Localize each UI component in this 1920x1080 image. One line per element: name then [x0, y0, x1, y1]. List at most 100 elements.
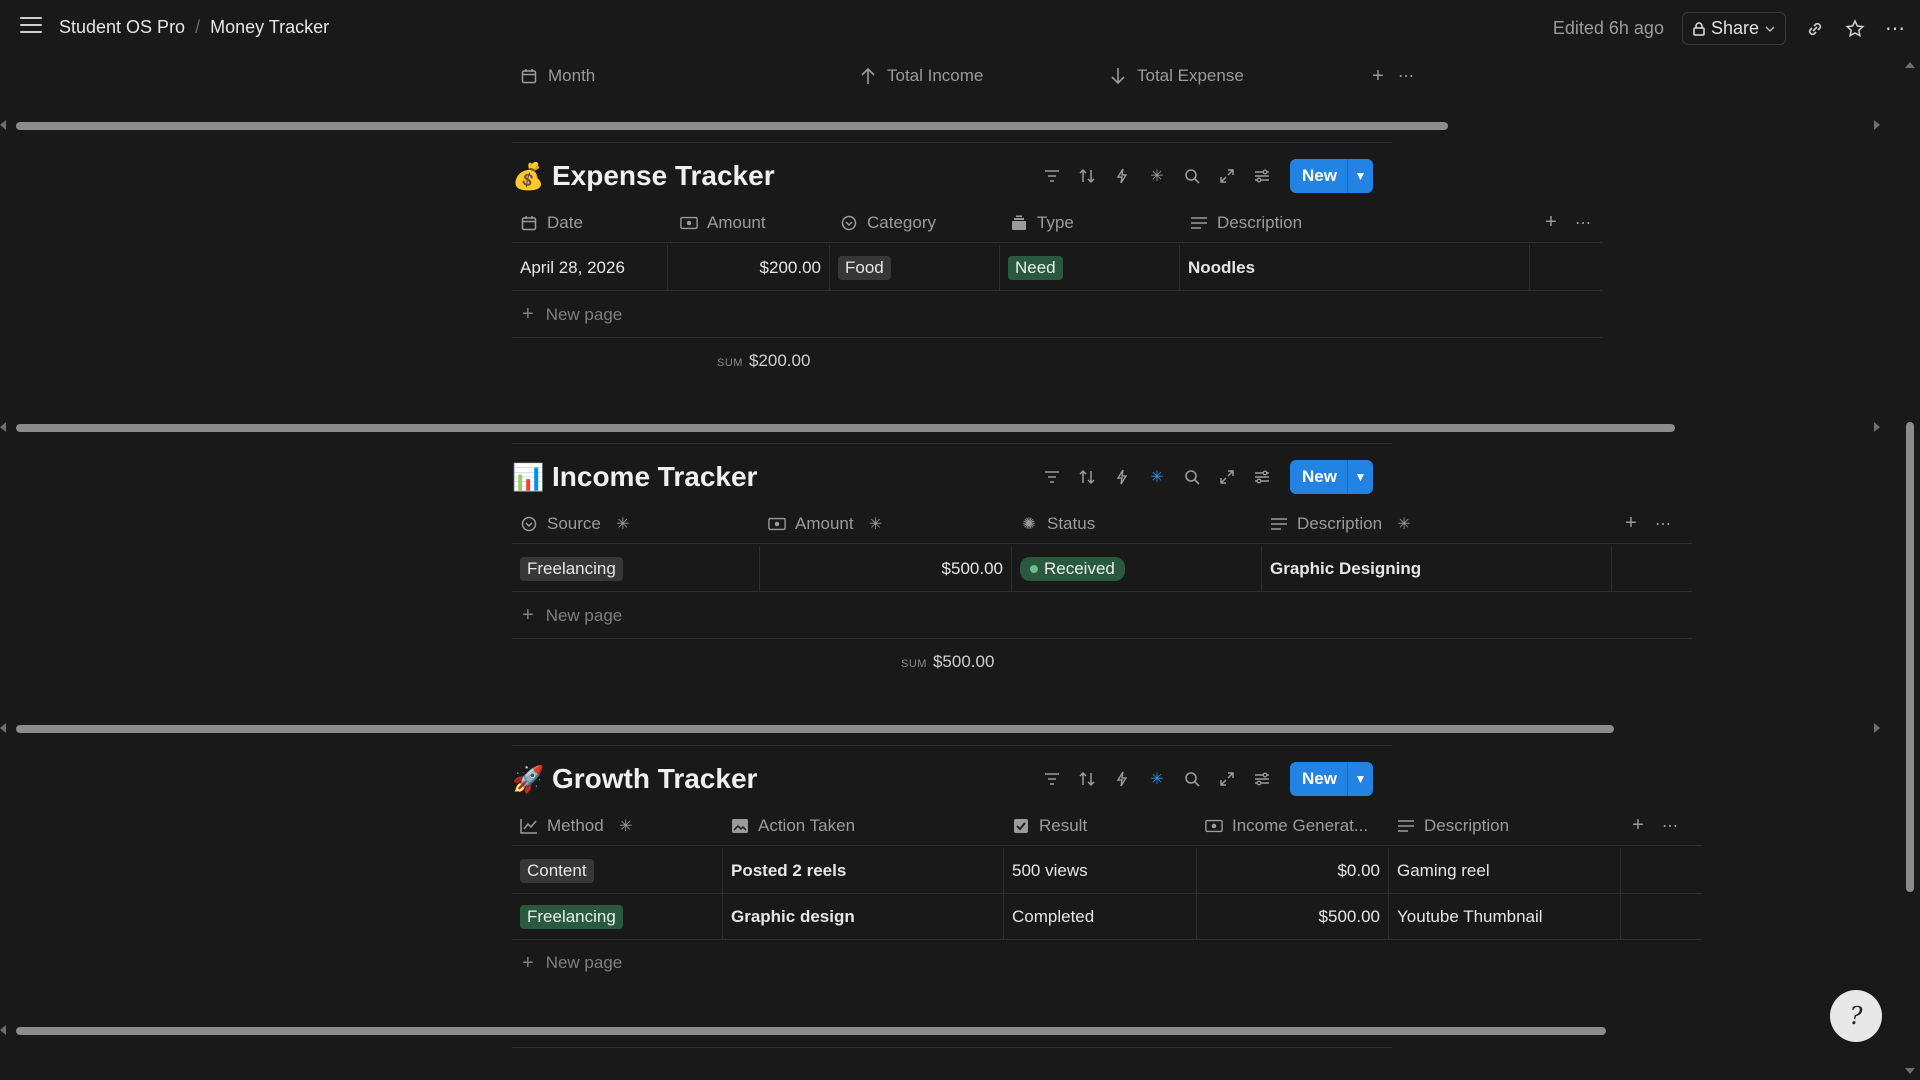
scroll-left-icon[interactable] [0, 1025, 6, 1035]
chevron-down-icon[interactable]: ▼ [1346, 460, 1373, 494]
column-month[interactable]: Month [512, 56, 859, 96]
scroll-up-icon[interactable] [1905, 62, 1915, 68]
scrollbar-thumb[interactable] [16, 122, 1448, 130]
more-icon[interactable]: ⋯ [1574, 214, 1592, 232]
add-column-icon[interactable]: + [1629, 814, 1647, 836]
cell-income-generated[interactable]: $0.00 [1197, 848, 1389, 893]
chevron-down-icon[interactable]: ▼ [1346, 762, 1373, 796]
new-page-button[interactable]: + New page [512, 292, 1602, 338]
sum-amount[interactable]: SUM $500.00 [901, 652, 994, 672]
cell-type[interactable]: Need [1000, 245, 1180, 290]
cell-income-generated[interactable]: $500.00 [1197, 894, 1389, 939]
cell-description[interactable]: Gaming reel [1389, 848, 1621, 893]
sort-icon[interactable] [1076, 466, 1098, 488]
column-result[interactable]: Result [1004, 806, 1197, 845]
income-title[interactable]: Income Tracker [552, 461, 757, 493]
cell-status[interactable]: Received [1012, 546, 1262, 591]
bolt-icon[interactable] [1111, 768, 1133, 790]
scroll-down-icon[interactable] [1905, 1068, 1915, 1074]
column-amount[interactable]: Amount ✳ [760, 504, 1012, 543]
search-icon[interactable] [1181, 466, 1203, 488]
sort-icon[interactable] [1076, 768, 1098, 790]
more-icon[interactable]: ⋯ [1654, 515, 1672, 533]
scrollbar-thumb[interactable] [16, 1027, 1606, 1035]
sort-icon[interactable] [1076, 165, 1098, 187]
horizontal-scrollbar[interactable] [0, 1023, 1900, 1037]
growth-title[interactable]: Growth Tracker [552, 763, 757, 795]
add-column-icon[interactable]: + [1542, 211, 1560, 233]
breadcrumb-page[interactable]: Money Tracker [210, 17, 329, 38]
column-total-expense[interactable]: Total Expense [1109, 56, 1359, 96]
expand-icon[interactable] [1216, 768, 1238, 790]
filter-icon[interactable] [1041, 768, 1063, 790]
more-icon[interactable]: ⋯ [1661, 817, 1679, 835]
scrollbar-thumb[interactable] [16, 424, 1675, 432]
cell-action-taken[interactable]: Graphic design [723, 894, 1004, 939]
cell-amount[interactable]: $500.00 [760, 546, 1012, 591]
scroll-right-icon[interactable] [1874, 422, 1880, 432]
cell-category[interactable]: Food [830, 245, 1000, 290]
expand-icon[interactable] [1216, 165, 1238, 187]
sum-amount[interactable]: SUM $200.00 [717, 351, 810, 371]
scroll-left-icon[interactable] [0, 422, 6, 432]
vertical-scrollbar[interactable] [1904, 56, 1916, 1074]
scroll-left-icon[interactable] [0, 723, 6, 733]
column-category[interactable]: Category [832, 203, 1002, 242]
horizontal-scrollbar[interactable] [0, 721, 1900, 735]
link-icon[interactable] [1804, 18, 1826, 40]
settings-icon[interactable] [1251, 768, 1273, 790]
cell-source[interactable]: Freelancing [512, 546, 760, 591]
scrollbar-thumb[interactable] [1906, 422, 1914, 892]
cell-method[interactable]: Content [512, 848, 723, 893]
column-date[interactable]: Date [512, 203, 672, 242]
table-row[interactable]: April 28, 2026 $200.00 Food Need Noodles [512, 245, 1602, 291]
column-source[interactable]: Source ✳ [512, 504, 760, 543]
share-button[interactable]: Share [1681, 12, 1786, 45]
cell-date[interactable]: April 28, 2026 [512, 245, 668, 290]
search-icon[interactable] [1181, 165, 1203, 187]
cell-action-taken[interactable]: Posted 2 reels [723, 848, 1004, 893]
column-status[interactable]: ✺ Status [1012, 504, 1262, 543]
column-method[interactable]: Method ✳ [512, 806, 723, 845]
menu-icon[interactable] [20, 17, 42, 35]
bolt-icon[interactable] [1111, 466, 1133, 488]
filter-icon[interactable] [1041, 165, 1063, 187]
cell-result[interactable]: Completed [1004, 894, 1197, 939]
column-description[interactable]: Description ✳ [1262, 504, 1612, 543]
search-icon[interactable] [1181, 768, 1203, 790]
cell-description[interactable]: Youtube Thumbnail [1389, 894, 1621, 939]
cell-description[interactable]: Graphic Designing [1262, 546, 1612, 591]
help-icon[interactable]: ? [1830, 990, 1882, 1042]
cell-result[interactable]: 500 views [1004, 848, 1197, 893]
new-page-button[interactable]: + New page [512, 593, 1692, 639]
chevron-down-icon[interactable]: ▼ [1346, 159, 1373, 193]
cell-description[interactable]: Noodles [1180, 245, 1530, 290]
add-column-icon[interactable]: + [1622, 512, 1640, 534]
column-description[interactable]: Description [1389, 806, 1621, 845]
add-column-icon[interactable]: + [1369, 65, 1387, 87]
cell-amount[interactable]: $200.00 [668, 245, 830, 290]
cell-method[interactable]: Freelancing [512, 894, 723, 939]
new-button[interactable]: New ▼ [1290, 159, 1373, 193]
breadcrumb-workspace[interactable]: Student OS Pro [59, 17, 185, 38]
sparkle-icon[interactable]: ✳ [1146, 466, 1168, 488]
new-button[interactable]: New ▼ [1290, 460, 1373, 494]
table-row[interactable]: Content Posted 2 reels 500 views $0.00 G… [512, 848, 1702, 894]
column-action-taken[interactable]: Action Taken [723, 806, 1004, 845]
expense-title[interactable]: Expense Tracker [552, 160, 775, 192]
sparkle-icon[interactable]: ✳ [1146, 768, 1168, 790]
column-income-generated[interactable]: Income Generat... [1197, 806, 1389, 845]
settings-icon[interactable] [1251, 466, 1273, 488]
scroll-left-icon[interactable] [0, 120, 6, 130]
horizontal-scrollbar[interactable] [0, 420, 1900, 434]
scroll-right-icon[interactable] [1874, 120, 1880, 130]
sparkle-icon[interactable]: ✳ [1146, 165, 1168, 187]
column-type[interactable]: Type [1002, 203, 1182, 242]
column-description[interactable]: Description [1182, 203, 1532, 242]
expand-icon[interactable] [1216, 466, 1238, 488]
column-total-income[interactable]: Total Income [859, 56, 1109, 96]
new-page-button[interactable]: + New page [512, 940, 1702, 986]
more-icon[interactable]: ⋯ [1397, 67, 1415, 85]
scrollbar-thumb[interactable] [16, 725, 1614, 733]
star-icon[interactable] [1844, 18, 1866, 40]
